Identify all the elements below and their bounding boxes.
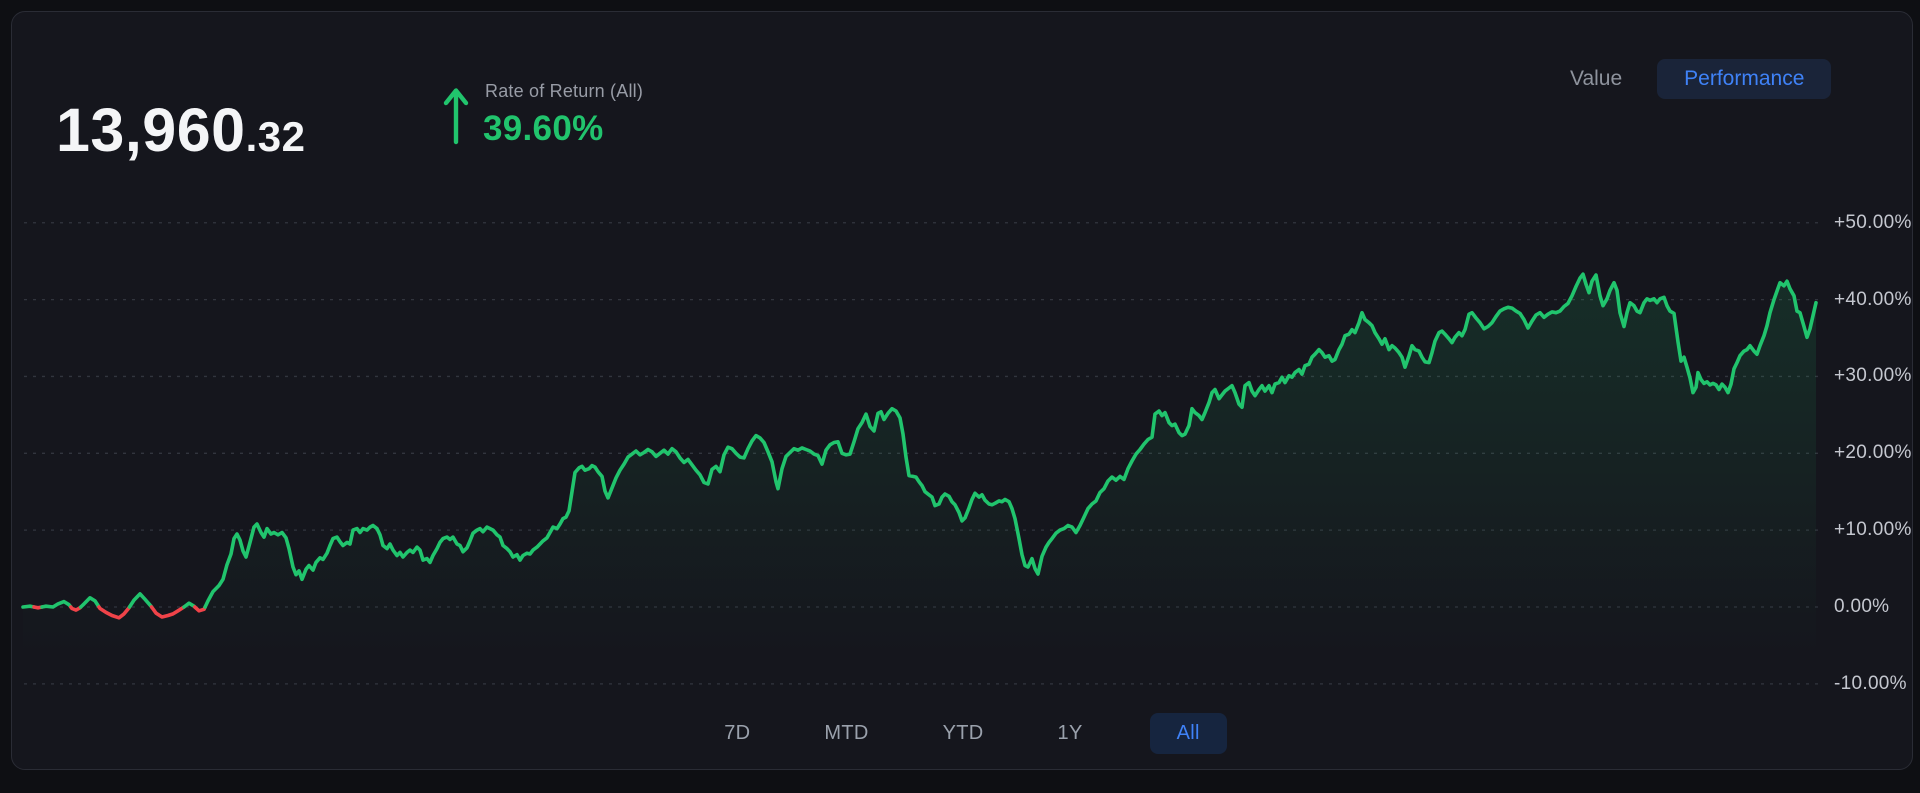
rate-of-return-value: 39.60% bbox=[483, 109, 604, 148]
arrow-up-icon bbox=[442, 86, 470, 146]
toggle-value-button[interactable]: Value bbox=[1570, 67, 1622, 91]
y-axis-tick-label: +50.00% bbox=[1834, 211, 1912, 233]
portfolio-value-main: 13,960 bbox=[56, 96, 246, 164]
range-1y-button[interactable]: 1Y bbox=[1058, 713, 1083, 754]
view-toggle: Value Performance bbox=[1570, 59, 1832, 99]
y-axis-tick-label: -10.00% bbox=[1834, 672, 1907, 694]
y-axis-tick-label: 0.00% bbox=[1834, 596, 1890, 617]
time-range-selector: 7D MTD YTD 1Y All bbox=[12, 713, 1920, 754]
portfolio-value: 13,960.32 bbox=[56, 100, 305, 161]
y-axis-tick-label: +20.00% bbox=[1834, 442, 1912, 464]
range-all-button[interactable]: All bbox=[1149, 713, 1227, 754]
chart-area-fill bbox=[23, 274, 1816, 702]
range-ytd-button[interactable]: YTD bbox=[943, 713, 984, 754]
y-axis-tick-label: +30.00% bbox=[1834, 365, 1912, 387]
toggle-performance-button[interactable]: Performance bbox=[1657, 59, 1832, 99]
range-7d-button[interactable]: 7D bbox=[724, 713, 750, 754]
y-axis-tick-label: +10.00% bbox=[1834, 519, 1912, 541]
rate-of-return-label: Rate of Return (All) bbox=[485, 81, 644, 101]
portfolio-value-decimals: .32 bbox=[245, 113, 306, 160]
range-mtd-button[interactable]: MTD bbox=[824, 713, 868, 754]
y-axis-tick-label: +40.00% bbox=[1834, 288, 1912, 310]
portfolio-performance-card: +50.00% +40.00% +30.00% +20.00% +10.00% 0.00%… bbox=[11, 11, 1913, 770]
